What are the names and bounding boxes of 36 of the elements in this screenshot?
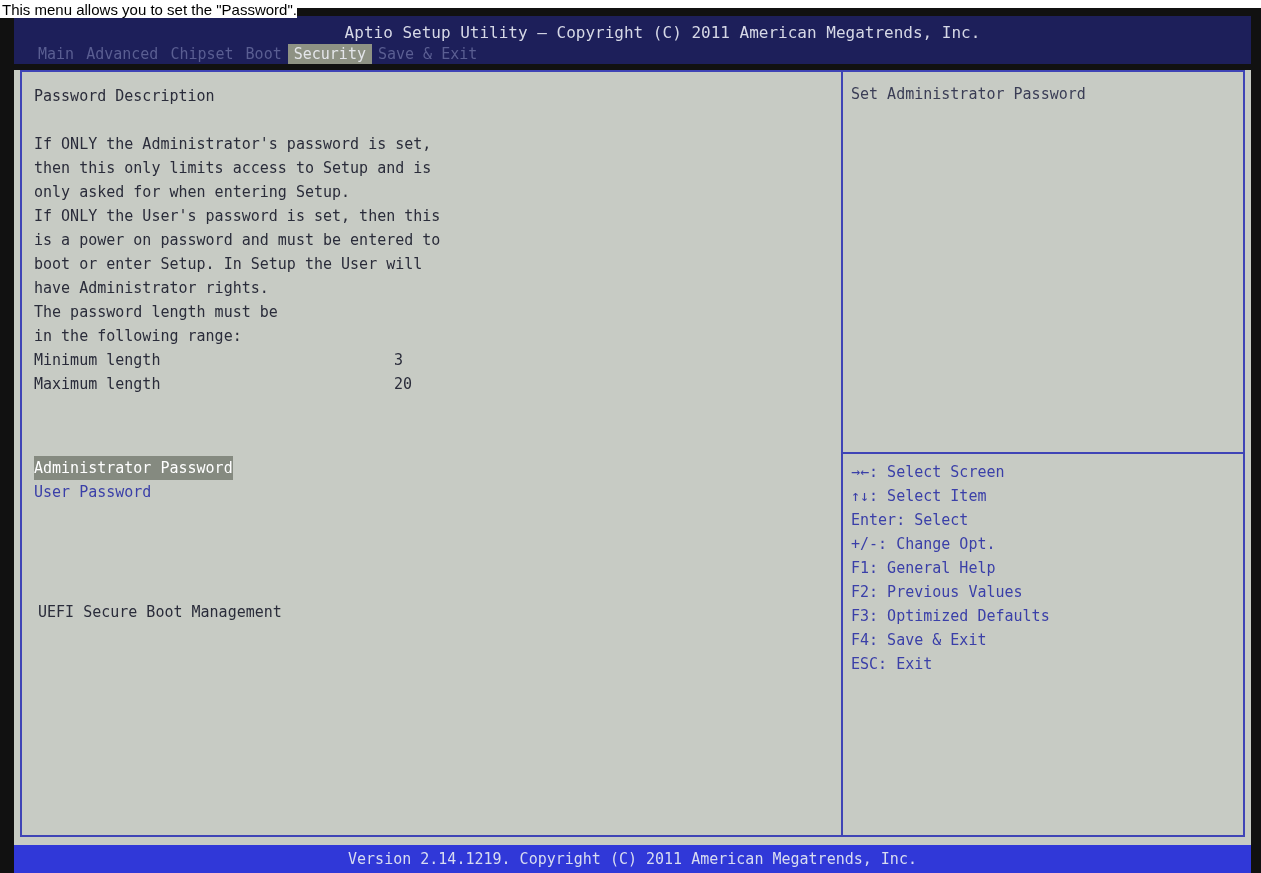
window-title: Aptio Setup Utility – Copyright (C) 2011 American Megatrends, Inc. <box>343 22 982 44</box>
menu-item[interactable]: Administrator Password <box>34 456 233 480</box>
menu-item[interactable]: User Password <box>34 480 829 504</box>
help-text: Set Administrator Password <box>851 85 1086 103</box>
status-bar: Version 2.14.1219. Copyright (C) 2011 American Megatrends, Inc. <box>14 845 1251 873</box>
menu-tab[interactable]: Security <box>287 44 372 64</box>
key-hint: ESC: Exit <box>851 654 934 675</box>
key-hint: F4: Save & Exit <box>851 630 988 651</box>
submenu-item[interactable]: UEFI Secure Boot Management <box>34 600 829 624</box>
caption-text: This menu allows you to set the "Password". <box>0 2 297 18</box>
description-line: in the following range: <box>34 326 243 347</box>
key-hint: →←: Select Screen <box>851 462 1006 483</box>
setting-value: 3 <box>394 350 404 371</box>
key-hint: F2: Previous Values <box>851 582 1024 603</box>
key-hint: F3: Optimized Defaults <box>851 606 1051 627</box>
description-line: is a power on password and must be entered to <box>34 230 442 251</box>
key-hint: Enter: Select <box>851 510 970 531</box>
menu-tab[interactable]: Main <box>32 44 81 64</box>
key-hint: ↑↓: Select Item <box>851 486 988 507</box>
key-hint: F1: General Help <box>851 558 997 579</box>
setting-label: Minimum length <box>34 350 162 371</box>
description-line: only asked for when entering Setup. <box>34 182 352 203</box>
description-line: The password length must be <box>34 302 279 323</box>
setting-value: 20 <box>394 374 413 395</box>
setting-label: Maximum length <box>34 374 162 395</box>
menu-tab[interactable]: Boot <box>239 44 288 64</box>
description-line: then this only limits access to Setup and is <box>34 158 433 179</box>
menu-tab[interactable]: Advanced <box>80 44 165 64</box>
description-line: If ONLY the Administrator's password is set, <box>34 134 433 155</box>
menu-tab[interactable]: Save & Exit <box>371 44 484 64</box>
description-line: boot or enter Setup. In Setup the User will <box>34 254 424 275</box>
description-line: If ONLY the User's password is set, then this <box>34 206 442 227</box>
section-heading: Password Description <box>34 86 216 107</box>
menu-tab[interactable]: Chipset <box>164 44 240 64</box>
key-hint: +/-: Change Opt. <box>851 534 997 555</box>
description-line: have Administrator rights. <box>34 278 270 299</box>
